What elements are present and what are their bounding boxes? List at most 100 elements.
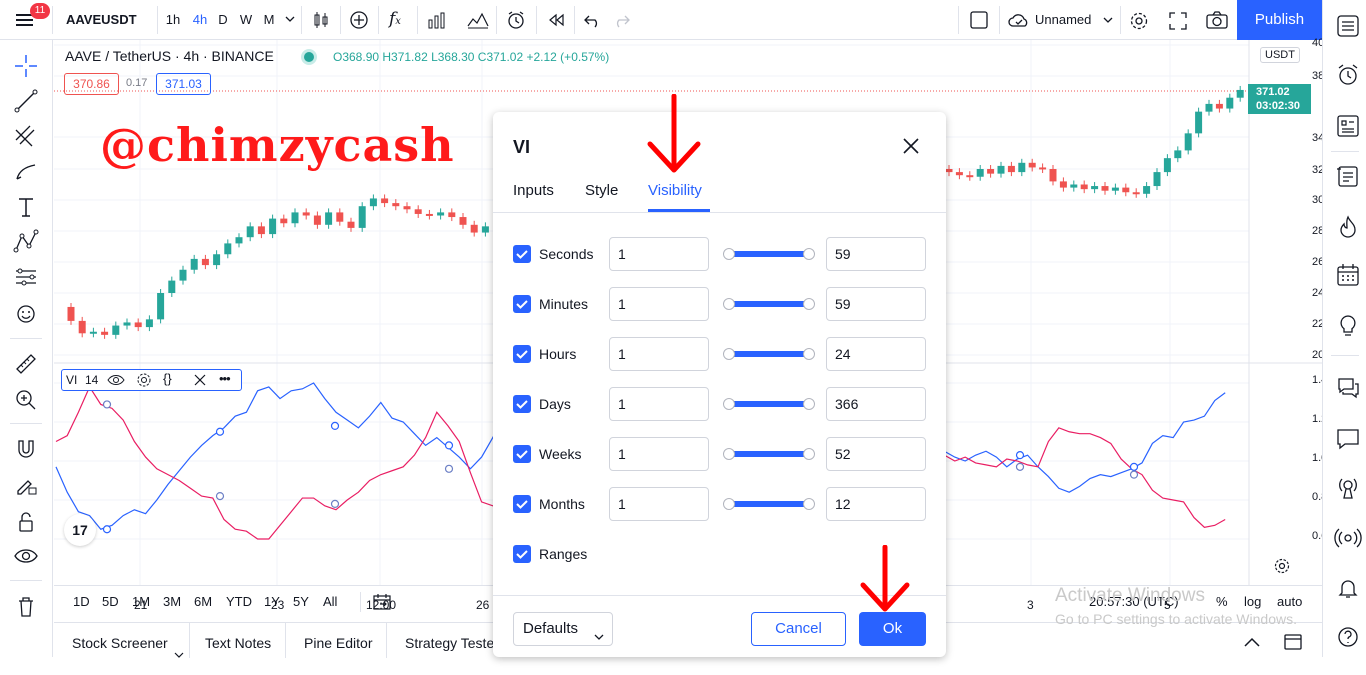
help-icon[interactable] — [1334, 623, 1362, 651]
alert-icon[interactable] — [505, 9, 527, 34]
days-range-slider[interactable] — [723, 398, 815, 410]
data-window-icon[interactable] — [1334, 112, 1362, 140]
pattern-icon[interactable] — [12, 228, 40, 256]
months-range-slider[interactable] — [723, 498, 815, 510]
goto-date-icon[interactable] — [372, 592, 392, 615]
weeks-checkbox[interactable] — [513, 445, 531, 463]
chevron-down-icon[interactable] — [174, 635, 184, 675]
days-from-input[interactable]: 1 — [609, 387, 709, 421]
lock-icon[interactable] — [12, 508, 40, 536]
weeks-to-input[interactable]: 52 — [826, 437, 926, 471]
range-all[interactable]: All — [323, 594, 337, 609]
lock-drawing-icon[interactable] — [12, 471, 40, 499]
minutes-to-input[interactable]: 59 — [826, 287, 926, 321]
cancel-button[interactable]: Cancel — [751, 612, 846, 646]
chats-icon[interactable] — [1334, 374, 1362, 402]
news-icon[interactable] — [1334, 162, 1362, 190]
collapse-panel-icon[interactable] — [1242, 635, 1262, 652]
symbol-search-button[interactable]: AAVEUSDT — [66, 8, 137, 32]
minutes-from-input[interactable]: 1 — [609, 287, 709, 321]
days-to-input[interactable]: 366 — [826, 387, 926, 421]
hours-checkbox[interactable] — [513, 345, 531, 363]
interval-1h[interactable]: 1h — [165, 8, 181, 32]
broadcast-icon[interactable] — [1334, 524, 1362, 552]
log-toggle[interactable]: log — [1244, 594, 1261, 609]
prediction-icon[interactable] — [12, 263, 40, 291]
tab-style[interactable]: Style — [585, 182, 618, 199]
publish-button[interactable]: Publish — [1237, 0, 1322, 40]
tab-visibility[interactable]: Visibility — [648, 182, 702, 199]
hours-to-input[interactable]: 24 — [826, 337, 926, 371]
months-checkbox[interactable] — [513, 495, 531, 513]
slider-handle-min[interactable] — [723, 248, 735, 260]
watchlist-icon[interactable] — [1334, 12, 1362, 40]
gear-icon[interactable] — [136, 372, 152, 391]
defaults-dropdown[interactable]: Defaults — [513, 612, 613, 646]
seconds-from-input[interactable]: 1 — [609, 237, 709, 271]
maximize-panel-icon[interactable] — [1283, 633, 1303, 654]
ok-button[interactable]: Ok — [859, 612, 926, 646]
tab-pine-editor[interactable]: Pine Editor — [290, 623, 388, 658]
percent-toggle[interactable]: % — [1216, 594, 1228, 609]
alarm-clock-icon[interactable] — [1334, 61, 1362, 89]
eye-icon[interactable] — [12, 542, 40, 570]
interval-m[interactable]: M — [263, 8, 275, 32]
crosshair-icon[interactable] — [12, 52, 40, 80]
undo-icon[interactable] — [583, 10, 603, 33]
pitchfork-icon[interactable] — [12, 122, 40, 150]
tab-strategy-tester[interactable]: Strategy Teste — [391, 623, 508, 658]
currency-label[interactable]: USDT — [1260, 47, 1300, 63]
minutes-checkbox[interactable] — [513, 295, 531, 313]
brush-icon[interactable] — [12, 157, 40, 185]
slider-handle-min[interactable] — [723, 498, 735, 510]
calendar-icon[interactable] — [1334, 261, 1362, 289]
emoji-icon[interactable] — [12, 300, 40, 328]
camera-icon[interactable] — [1205, 10, 1229, 33]
fullscreen-layout-icon[interactable] — [970, 11, 988, 32]
seconds-to-input[interactable]: 59 — [826, 237, 926, 271]
settings-gear-icon[interactable] — [1128, 10, 1150, 35]
text-icon[interactable] — [12, 193, 40, 221]
interval-w[interactable]: W — [239, 8, 253, 32]
zoom-in-icon[interactable] — [12, 386, 40, 414]
layout-chevron-down-icon[interactable] — [1102, 14, 1114, 29]
notifications-bell-icon[interactable] — [1334, 574, 1362, 602]
tradingview-logo-icon[interactable]: 17 — [64, 514, 96, 546]
more-icon[interactable]: ••• — [219, 371, 231, 386]
close-icon[interactable] — [901, 136, 921, 159]
slider-handle-min[interactable] — [723, 398, 735, 410]
range-ytd[interactable]: YTD — [226, 594, 252, 609]
source-code-icon[interactable]: {} — [163, 371, 172, 386]
range-6m[interactable]: 6M — [194, 594, 212, 609]
minutes-range-slider[interactable] — [723, 298, 815, 310]
ideas-lightbulb-icon[interactable] — [1334, 312, 1362, 340]
seconds-checkbox[interactable] — [513, 245, 531, 263]
range-5y[interactable]: 5Y — [293, 594, 309, 609]
slider-handle-min[interactable] — [723, 298, 735, 310]
slider-handle-max[interactable] — [803, 348, 815, 360]
hours-from-input[interactable]: 1 — [609, 337, 709, 371]
interval-d[interactable]: D — [218, 8, 228, 32]
templates-icon[interactable] — [466, 10, 490, 33]
ruler-icon[interactable] — [12, 350, 40, 378]
slider-handle-max[interactable] — [803, 448, 815, 460]
slider-handle-min[interactable] — [723, 448, 735, 460]
slider-handle-max[interactable] — [803, 298, 815, 310]
range-1m[interactable]: 1M — [132, 594, 150, 609]
slider-handle-max[interactable] — [803, 248, 815, 260]
cloud-icon[interactable] — [1007, 11, 1031, 32]
indicator-legend[interactable]: VI 14 {} ••• — [61, 369, 242, 391]
buy-button[interactable]: 371.03 — [156, 73, 211, 95]
magnet-icon[interactable] — [12, 435, 40, 463]
candles-icon[interactable] — [311, 10, 331, 33]
days-checkbox[interactable] — [513, 395, 531, 413]
months-to-input[interactable]: 12 — [826, 487, 926, 521]
indicators-fx-icon[interactable]: fx — [389, 9, 401, 29]
weeks-range-slider[interactable] — [723, 448, 815, 460]
range-5d[interactable]: 5D — [102, 594, 119, 609]
range-1y[interactable]: 1Y — [264, 594, 280, 609]
slider-handle-max[interactable] — [803, 498, 815, 510]
replay-icon[interactable] — [546, 10, 566, 33]
compare-icon[interactable] — [426, 10, 448, 33]
close-icon[interactable] — [193, 372, 207, 391]
